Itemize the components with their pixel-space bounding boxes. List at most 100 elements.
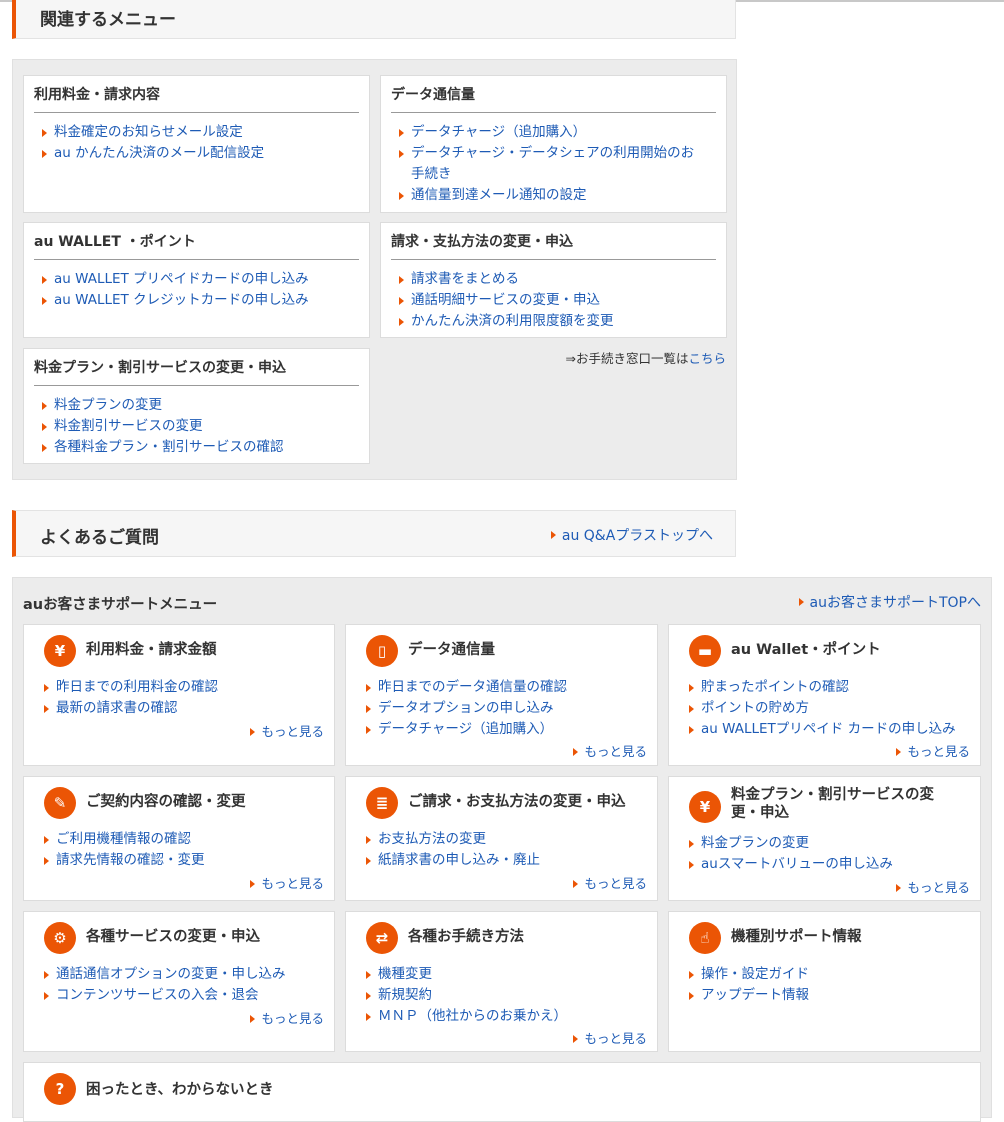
support-link[interactable]: auスマートバリューの申し込み <box>689 854 974 875</box>
support-card-contract: ✎ ご契約内容の確認・変更 ご利用機種情報の確認 請求先情報の確認・変更 もっと… <box>23 776 335 901</box>
arrow-icon <box>689 726 694 734</box>
arrow-icon <box>896 747 902 756</box>
related-link[interactable]: au WALLET クレジットカードの申し込み <box>42 290 359 311</box>
faq-top-link[interactable]: au Q&Aプラストップへ <box>550 525 713 545</box>
support-link[interactable]: 請求先情報の確認・変更 <box>44 850 328 871</box>
arrow-icon <box>798 598 804 606</box>
support-link[interactable]: 料金プランの変更 <box>689 833 974 854</box>
more-link[interactable]: もっと見る <box>573 873 647 892</box>
support-link[interactable]: データチャージ（追加購入） <box>366 719 651 740</box>
support-link[interactable]: 昨日までの利用料金の確認 <box>44 677 328 698</box>
support-card-title: 各種お手続き方法 <box>408 929 524 945</box>
arrow-icon <box>366 705 371 713</box>
related-link[interactable]: 通話明細サービスの変更・申込 <box>399 290 716 311</box>
arrow-icon <box>573 1034 579 1043</box>
support-link[interactable]: お支払方法の変更 <box>366 829 651 850</box>
arrow-icon <box>399 276 404 284</box>
window-list-link[interactable]: こちら <box>688 351 726 366</box>
related-card-payment: 請求・支払方法の変更・申込 請求書をまとめる 通話明細サービスの変更・申込 かん… <box>380 222 727 338</box>
arrow-icon <box>689 971 694 979</box>
arrow-icon <box>573 747 579 756</box>
related-menu-header: 関連するメニュー <box>12 0 736 39</box>
more-link[interactable]: もっと見る <box>250 873 324 892</box>
support-link[interactable]: 操作・設定ガイド <box>689 964 974 985</box>
arrow-icon <box>42 402 47 410</box>
arrow-icon <box>44 971 49 979</box>
related-link[interactable]: かんたん決済の利用限度額を変更 <box>399 311 716 332</box>
support-link[interactable]: コンテンツサービスの入会・退会 <box>44 985 328 1006</box>
support-link[interactable]: データオプションの申し込み <box>366 698 651 719</box>
more-link[interactable]: もっと見る <box>573 741 647 760</box>
support-card-plan: ¥ 料金プラン・割引サービスの変更・申込 料金プランの変更 auスマートバリュー… <box>668 776 981 901</box>
related-link[interactable]: au WALLET プリペイドカードの申し込み <box>42 269 359 290</box>
support-link[interactable]: ＭＮＰ（他社からのお乗かえ） <box>366 1006 651 1027</box>
support-link[interactable]: 貯まったポイントの確認 <box>689 677 974 698</box>
arrow-icon <box>42 129 47 137</box>
arrow-icon <box>42 423 47 431</box>
support-card-title: データ通信量 <box>408 642 495 658</box>
support-card-services: ⚙ 各種サービスの変更・申込 通話通信オプションの変更・申し込み コンテンツサー… <box>23 911 335 1052</box>
wallet-card-icon: ▬ <box>689 635 721 667</box>
support-card-wallet: ▬ au Wallet・ポイント 貯まったポイントの確認 ポイントの貯め方 au… <box>668 624 981 766</box>
related-link[interactable]: 料金確定のお知らせメール設定 <box>42 122 359 143</box>
support-link[interactable]: 昨日までのデータ通信量の確認 <box>366 677 651 698</box>
related-link[interactable]: au かんたん決済のメール配信設定 <box>42 143 359 164</box>
related-card-title: 請求・支払方法の変更・申込 <box>391 231 716 260</box>
support-card-title: 利用料金・請求金額 <box>86 642 217 658</box>
arrow-icon <box>250 1014 256 1023</box>
support-link[interactable]: 新規契約 <box>366 985 651 1006</box>
arrow-icon <box>550 531 556 539</box>
support-card-trouble: ? 困ったとき、わからないとき <box>23 1062 981 1122</box>
arrow-icon <box>366 857 371 865</box>
related-link[interactable]: 各種料金プラン・割引サービスの確認 <box>42 437 359 458</box>
arrow-icon <box>399 192 404 200</box>
phone-new-icon: ⇄ <box>366 922 398 954</box>
support-menu-panel: auお客さまサポートメニュー auお客さまサポートTOPへ ¥ 利用料金・請求金… <box>12 577 992 1122</box>
related-card-billing: 利用料金・請求内容 料金確定のお知らせメール設定 au かんたん決済のメール配信… <box>23 75 370 213</box>
related-link[interactable]: 請求書をまとめる <box>399 269 716 290</box>
document-icon: ≣ <box>366 787 398 819</box>
more-link[interactable]: もっと見る <box>896 877 970 896</box>
related-card-plan: 料金プラン・割引サービスの変更・申込 料金プランの変更 料金割引サービスの変更 … <box>23 348 370 464</box>
arrow-icon <box>689 861 694 869</box>
phone-touch-icon: ☝ <box>689 922 721 954</box>
support-link[interactable]: アップデート情報 <box>689 985 974 1006</box>
more-link[interactable]: もっと見る <box>896 741 970 760</box>
faq-title: よくあるご質問 <box>40 528 159 548</box>
support-link[interactable]: 最新の請求書の確認 <box>44 698 328 719</box>
support-link[interactable]: 通話通信オプションの変更・申し込み <box>44 964 328 985</box>
arrow-icon <box>689 992 694 1000</box>
more-link[interactable]: もっと見る <box>250 721 324 740</box>
arrow-icon <box>366 684 371 692</box>
support-card-title: 機種別サポート情報 <box>731 929 862 945</box>
arrow-icon <box>44 992 49 1000</box>
support-card-title: 料金プラン・割引サービスの変更・申込 <box>731 787 934 821</box>
related-link[interactable]: 通信量到達メール通知の設定 <box>399 185 716 206</box>
arrow-icon <box>250 727 256 736</box>
support-card-payment: ≣ ご請求・お支払方法の変更・申込 お支払方法の変更 紙請求書の申し込み・廃止 … <box>345 776 658 901</box>
related-link[interactable]: 料金プランの変更 <box>42 395 359 416</box>
arrow-icon <box>689 840 694 848</box>
arrow-icon <box>366 992 371 1000</box>
support-link[interactable]: ポイントの貯め方 <box>689 698 974 719</box>
related-link[interactable]: データチャージ・データシェアの利用開始のお 手続き <box>399 143 716 185</box>
support-link[interactable]: ご利用機種情報の確認 <box>44 829 328 850</box>
more-link[interactable]: もっと見る <box>573 1028 647 1047</box>
arrow-icon <box>573 879 579 888</box>
more-link[interactable]: もっと見る <box>250 1008 324 1027</box>
yen-icon: ¥ <box>44 635 76 667</box>
support-link[interactable]: 紙請求書の申し込み・廃止 <box>366 850 651 871</box>
support-link[interactable]: 機種変更 <box>366 964 651 985</box>
related-link[interactable]: 料金割引サービスの変更 <box>42 416 359 437</box>
support-link[interactable]: au WALLETプリペイド カードの申し込み <box>689 719 974 740</box>
arrow-icon <box>896 883 902 892</box>
arrow-icon <box>44 684 49 692</box>
arrow-icon <box>689 705 694 713</box>
arrow-icon <box>42 444 47 452</box>
related-link[interactable]: データチャージ（追加購入） <box>399 122 716 143</box>
related-card-wallet: au WALLET ・ポイント au WALLET プリペイドカードの申し込み … <box>23 222 370 338</box>
arrow-icon <box>42 297 47 305</box>
related-card-title: データ通信量 <box>391 84 716 113</box>
arrow-icon <box>44 705 49 713</box>
support-top-link[interactable]: auお客さまサポートTOPへ <box>798 592 981 612</box>
